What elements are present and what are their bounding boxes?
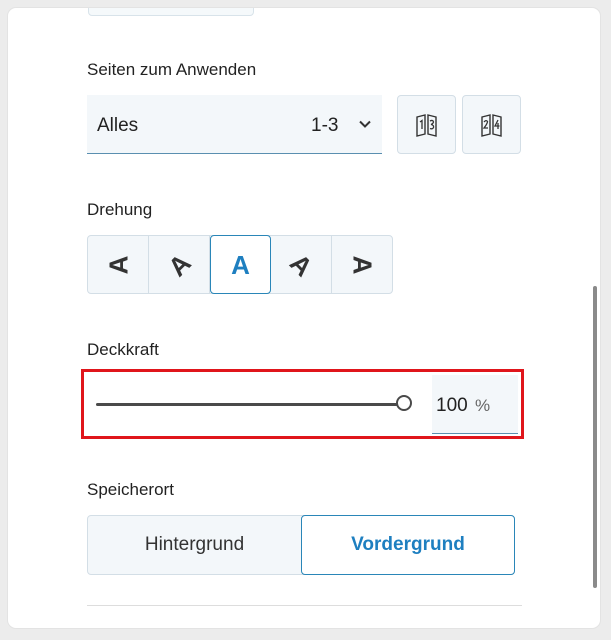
rotate-left-45-icon: A	[161, 247, 197, 282]
pages-select-value: Alles	[97, 115, 139, 136]
rotate-right-90-icon: A	[347, 255, 378, 274]
stamp-settings-panel: Seiten zum Anwenden Alles 1-3 Drehung A …	[8, 8, 600, 628]
rotate-right-90-button[interactable]: A	[332, 236, 393, 293]
location-toggle-group: Hintergrund Vordergrund	[87, 515, 515, 575]
rotate-0-icon: A	[231, 249, 250, 280]
odd-pages-button[interactable]	[397, 95, 456, 154]
previous-control-edge	[88, 8, 254, 16]
opacity-unit: %	[475, 396, 491, 415]
rotate-left-90-icon: A	[103, 255, 133, 274]
rotate-left-90-button[interactable]: A	[88, 236, 149, 293]
location-label: Speicherort	[87, 480, 174, 499]
opacity-slider-thumb[interactable]	[396, 395, 412, 411]
opacity-input[interactable]: 100 %	[432, 375, 518, 434]
odd-pages-icon	[415, 113, 437, 137]
pages-range: 1-3	[311, 115, 339, 136]
opacity-value: 100	[436, 395, 468, 416]
rotate-left-45-button[interactable]: A	[149, 236, 210, 293]
pages-label: Seiten zum Anwenden	[87, 60, 257, 79]
opacity-label: Deckkraft	[87, 340, 159, 359]
even-pages-icon	[480, 113, 502, 137]
rotate-0-button[interactable]: A	[210, 235, 271, 294]
chevron-down-icon	[359, 120, 371, 128]
foreground-button[interactable]: Vordergrund	[301, 515, 515, 575]
rotate-right-45-icon: A	[283, 247, 319, 282]
rotation-button-group: A A A A A	[87, 235, 393, 294]
even-pages-button[interactable]	[462, 95, 521, 154]
rotation-label: Drehung	[87, 200, 153, 219]
rotate-right-45-button[interactable]: A	[271, 236, 332, 293]
scrollbar-thumb[interactable]	[593, 286, 597, 588]
opacity-slider-track[interactable]	[96, 403, 402, 406]
pages-select[interactable]: Alles 1-3	[87, 95, 382, 154]
section-divider	[87, 605, 522, 606]
background-button[interactable]: Hintergrund	[88, 516, 301, 574]
